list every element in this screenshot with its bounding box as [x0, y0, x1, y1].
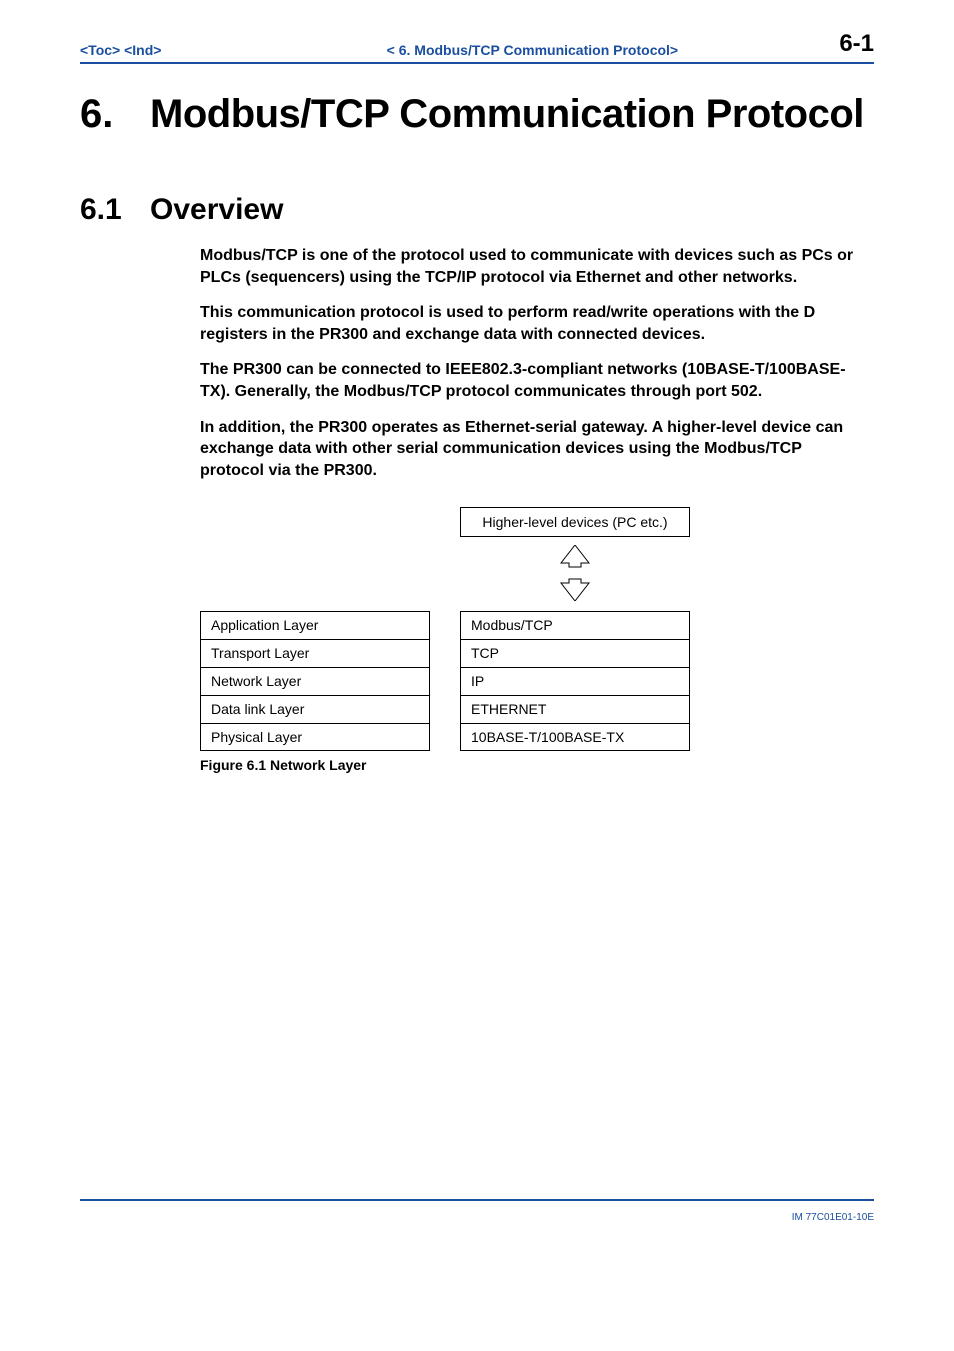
document-id: IM 77C01E01-10E: [792, 1212, 874, 1223]
layer-name: Physical Layer: [200, 724, 430, 752]
layer-name: Application Layer: [200, 611, 430, 640]
paragraph: Modbus/TCP is one of the protocol used t…: [200, 245, 864, 288]
page-number: 6-1: [839, 30, 874, 58]
toc-link[interactable]: <Toc>: [80, 42, 120, 58]
section-title: 6.1 Overview: [80, 193, 874, 227]
higher-level-box: Higher-level devices (PC etc.): [460, 507, 690, 537]
layer-name-stack: Application Layer Transport Layer Networ…: [200, 611, 430, 751]
protocol-name: 10BASE-T/100BASE-TX: [460, 724, 690, 752]
protocol-name: IP: [460, 668, 690, 696]
chapter-heading: Modbus/TCP Communication Protocol: [150, 92, 864, 137]
paragraph: This communication protocol is used to p…: [200, 302, 864, 345]
section-number: 6.1: [80, 193, 150, 227]
header-left: <Toc> <Ind>: [80, 42, 161, 58]
layer-name: Data link Layer: [200, 696, 430, 724]
layer-name: Network Layer: [200, 668, 430, 696]
protocol-name: TCP: [460, 640, 690, 668]
protocol-name: Modbus/TCP: [460, 611, 690, 640]
diagram: Higher-level devices (PC etc.) Applicati…: [200, 507, 874, 773]
ind-link[interactable]: <Ind>: [124, 42, 161, 58]
paragraph: In addition, the PR300 operates as Ether…: [200, 417, 864, 482]
figure-caption: Figure 6.1 Network Layer: [200, 757, 874, 773]
protocol-name: ETHERNET: [460, 696, 690, 724]
chapter-number: 6.: [80, 92, 150, 137]
section-heading: Overview: [150, 193, 283, 227]
protocol-stack: Modbus/TCP TCP IP ETHERNET 10BASE-T/100B…: [460, 611, 690, 751]
layer-name: Transport Layer: [200, 640, 430, 668]
paragraph: The PR300 can be connected to IEEE802.3-…: [200, 359, 864, 402]
header-center: < 6. Modbus/TCP Communication Protocol>: [161, 42, 823, 58]
chapter-title: 6. Modbus/TCP Communication Protocol: [80, 92, 874, 137]
header-bar: <Toc> <Ind> < 6. Modbus/TCP Communicatio…: [80, 40, 874, 64]
footer-rule: [80, 1199, 874, 1201]
bidir-arrow-icon: [460, 537, 690, 611]
